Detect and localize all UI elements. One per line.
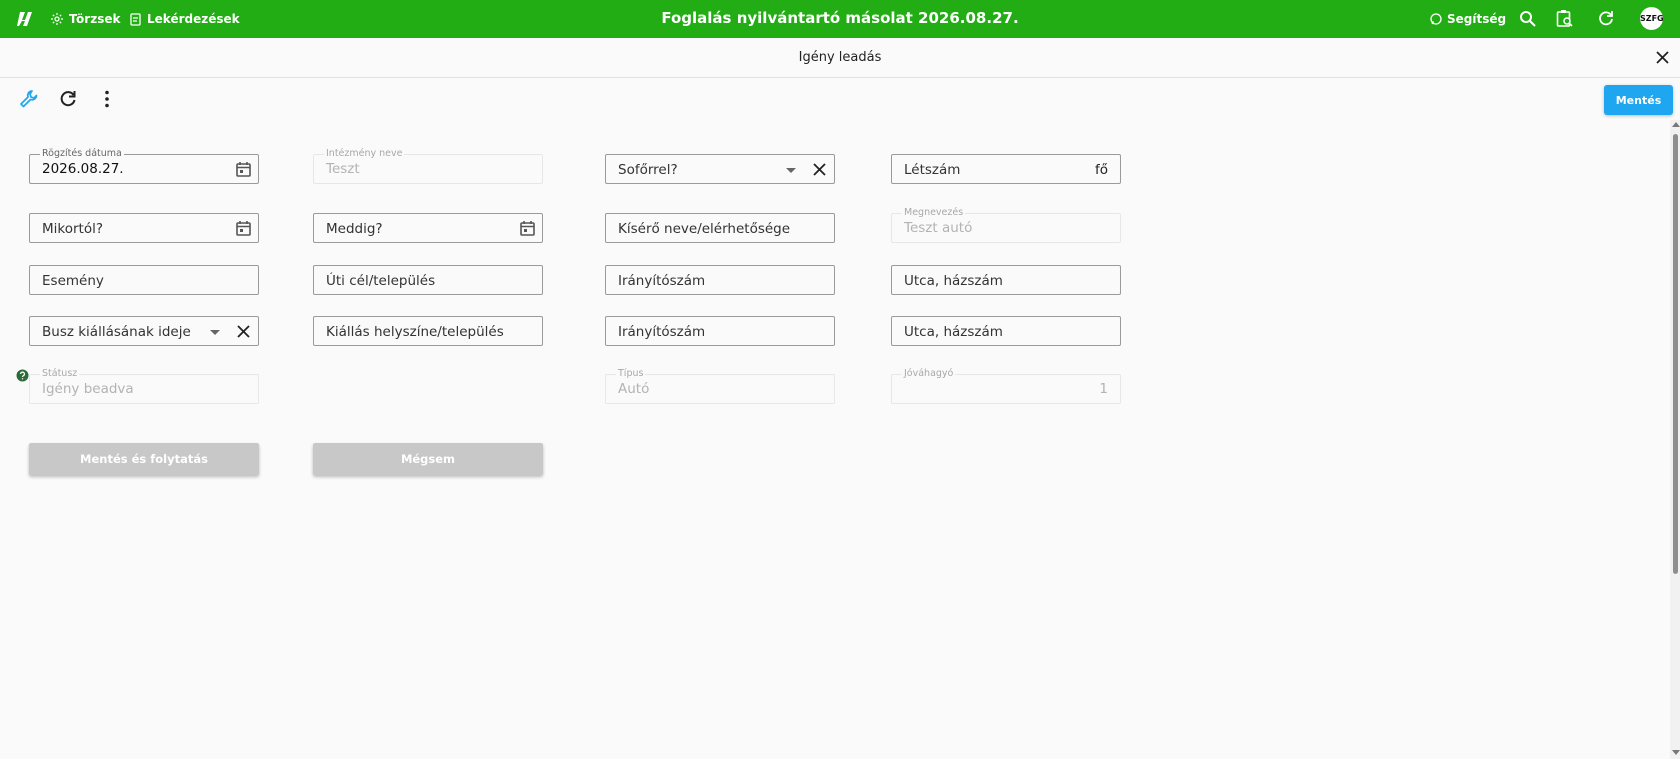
mikortol-placeholder: Mikortól? bbox=[42, 221, 104, 237]
search-icon[interactable] bbox=[1519, 10, 1536, 27]
kiallas-helyszine-placeholder: Kiállás helyszíne/település bbox=[326, 324, 504, 340]
tipus-label: Típus bbox=[616, 368, 646, 379]
cancel-button[interactable]: Mégsem bbox=[313, 443, 543, 475]
intezmeny-neve-field: Intézmény neve Teszt bbox=[313, 148, 543, 184]
calendar-icon[interactable] bbox=[235, 220, 252, 237]
app-logo-icon[interactable] bbox=[16, 9, 36, 29]
dialog-header: Igény leadás bbox=[0, 38, 1680, 78]
jovahagyo-value: 1 bbox=[1099, 381, 1108, 397]
megnevezes-label: Megnevezés bbox=[902, 207, 966, 218]
jovahagyo-field: Jóváhagyó 1 bbox=[891, 368, 1121, 404]
clear-icon[interactable] bbox=[811, 161, 828, 178]
kiallas-helyszine-input[interactable]: Kiállás helyszíne/település bbox=[313, 316, 543, 346]
iranyitoszam-input[interactable]: Irányítószám bbox=[605, 265, 835, 295]
calendar-icon[interactable] bbox=[235, 161, 252, 178]
utca-input[interactable]: Utca, házszám bbox=[891, 265, 1121, 295]
help-icon[interactable] bbox=[16, 369, 29, 382]
dialog-title: Igény leadás bbox=[798, 50, 882, 65]
letszam-suffix: fő bbox=[1094, 162, 1108, 178]
iranyitoszam-input[interactable]: Irányítószám bbox=[605, 316, 835, 346]
report-icon bbox=[130, 12, 141, 26]
sun-icon bbox=[51, 13, 63, 25]
more-vert-icon[interactable] bbox=[96, 88, 118, 110]
close-icon[interactable] bbox=[1654, 49, 1671, 66]
iranyitoszam-placeholder: Irányítószám bbox=[618, 273, 706, 289]
busz-kiallas-placeholder: Busz kiállásának ideje bbox=[42, 324, 191, 340]
statusz-value: Igény beadva bbox=[42, 381, 134, 397]
scroll-down-arrow-icon[interactable] bbox=[1672, 750, 1680, 755]
uti-cel-input[interactable]: Úti cél/település bbox=[313, 265, 543, 295]
refresh-app-icon[interactable] bbox=[1597, 9, 1615, 27]
app-title: Foglalás nyilvántartó másolat 2026.08.27… bbox=[661, 9, 1019, 27]
uti-cel-placeholder: Úti cél/település bbox=[326, 273, 436, 289]
statusz-label: Státusz bbox=[40, 368, 80, 379]
statusz-field: Státusz Igény beadva bbox=[29, 368, 259, 404]
kisero-input[interactable]: Kísérő neve/elérhetősége bbox=[605, 213, 835, 243]
utca-placeholder: Utca, házszám bbox=[904, 324, 1003, 340]
mikortol-field[interactable]: Mikortól? bbox=[29, 213, 259, 243]
user-avatar[interactable]: SZFG bbox=[1640, 7, 1664, 30]
intezmeny-neve-value: Teszt bbox=[326, 161, 360, 177]
chevron-down-icon[interactable] bbox=[786, 168, 796, 173]
rogzites-datuma-label: Rögzítés dátuma bbox=[40, 148, 124, 159]
letszam-placeholder: Létszám bbox=[904, 162, 961, 178]
megnevezes-value: Teszt autó bbox=[904, 220, 973, 236]
soforrel-placeholder: Sofőrrel? bbox=[618, 162, 678, 178]
megnevezes-field: Megnevezés Teszt autó bbox=[891, 207, 1121, 243]
nav-lekerdezesek-label: Lekérdezések bbox=[147, 12, 240, 26]
calendar-icon[interactable] bbox=[519, 220, 536, 237]
wrench-icon[interactable] bbox=[18, 88, 40, 110]
meddig-field[interactable]: Meddig? bbox=[313, 213, 543, 243]
soforrel-select[interactable]: Sofőrrel? bbox=[605, 154, 835, 184]
esemeny-placeholder: Esemény bbox=[42, 273, 104, 289]
help-link[interactable]: Segítség bbox=[1430, 0, 1506, 38]
save-button[interactable]: Mentés bbox=[1604, 85, 1673, 115]
chat-help-icon bbox=[1430, 13, 1442, 25]
app-header: Törzsek Lekérdezések Foglalás nyilvántar… bbox=[0, 0, 1680, 38]
letszam-input[interactable]: Létszám fő bbox=[891, 154, 1121, 184]
busz-kiallas-select[interactable]: Busz kiállásának ideje bbox=[29, 316, 259, 346]
rogzites-datuma-value: 2026.08.27. bbox=[42, 161, 124, 177]
help-label: Segítség bbox=[1447, 12, 1507, 26]
esemeny-input[interactable]: Esemény bbox=[29, 265, 259, 295]
scrollbar-thumb[interactable] bbox=[1673, 134, 1678, 574]
tipus-value: Autó bbox=[618, 381, 650, 397]
save-continue-button[interactable]: Mentés és folytatás bbox=[29, 443, 259, 475]
jovahagyo-label: Jóváhagyó bbox=[902, 368, 956, 379]
clear-icon[interactable] bbox=[235, 323, 252, 340]
utca-input[interactable]: Utca, házszám bbox=[891, 316, 1121, 346]
rogzites-datuma-field[interactable]: Rögzítés dátuma 2026.08.27. bbox=[29, 148, 259, 184]
kisero-placeholder: Kísérő neve/elérhetősége bbox=[618, 221, 791, 237]
nav-lekerdezesek[interactable]: Lekérdezések bbox=[130, 0, 240, 38]
intezmeny-neve-label: Intézmény neve bbox=[324, 148, 405, 159]
tipus-field: Típus Autó bbox=[605, 368, 835, 404]
meddig-placeholder: Meddig? bbox=[326, 221, 383, 237]
nav-torzsek[interactable]: Törzsek bbox=[51, 0, 120, 38]
iranyitoszam-placeholder: Irányítószám bbox=[618, 324, 706, 340]
scroll-up-arrow-icon[interactable] bbox=[1672, 122, 1680, 127]
clipboard-search-icon[interactable] bbox=[1556, 9, 1574, 28]
nav-torzsek-label: Törzsek bbox=[69, 12, 121, 26]
chevron-down-icon[interactable] bbox=[210, 330, 220, 335]
utca-placeholder: Utca, házszám bbox=[904, 273, 1003, 289]
refresh-icon[interactable] bbox=[57, 88, 79, 110]
